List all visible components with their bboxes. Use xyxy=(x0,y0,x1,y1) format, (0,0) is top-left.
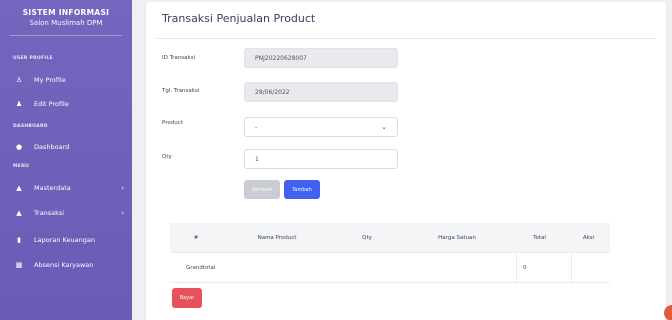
grandtotal-value: 0 xyxy=(516,252,571,283)
document-icon: ▮ xyxy=(17,236,21,244)
chevron-right-icon: › xyxy=(121,209,124,217)
product-select[interactable]: - ⌄ xyxy=(244,117,398,137)
calendar-icon: ▩ xyxy=(15,261,23,269)
section-user-profile: USER PROFILE xyxy=(13,56,53,61)
product-label: Product xyxy=(162,120,183,126)
qty-value: 1 xyxy=(255,155,259,163)
title-divider xyxy=(156,38,656,39)
brand: SISTEM INFORMASI Salon Muslimah DPM xyxy=(0,0,132,36)
dashboard-icon: ● xyxy=(15,143,23,151)
id-transaksi-label: ID Transaksi xyxy=(162,55,196,61)
scroll-indicator xyxy=(664,305,672,320)
table-header: # Nama Product Qty Harga Satuan Total Ak… xyxy=(170,223,610,253)
sidebar-item-label: Absensi Karyawan xyxy=(34,261,94,269)
grandtotal-empty-cell xyxy=(571,252,610,283)
person-icon: ♙ xyxy=(15,76,23,84)
grandtotal-label: Grandtotal xyxy=(186,264,216,271)
sidebar-item-edit-profile[interactable]: ♟ Edit Profile xyxy=(14,97,124,111)
section-menu: MENU xyxy=(13,164,30,169)
kembali-button[interactable]: Kembali xyxy=(244,180,280,199)
qty-label: Qty xyxy=(162,154,172,160)
qty-input[interactable]: 1 xyxy=(244,149,398,169)
page-title: Transaksi Penjualan Product xyxy=(162,12,316,25)
id-transaksi-field[interactable]: PNJ20220628007 xyxy=(244,48,398,68)
header-harga-satuan: Harga Satuan xyxy=(438,234,476,241)
sidebar-item-label: Dashboard xyxy=(34,143,70,151)
sidebar-item-label: Edit Profile xyxy=(34,100,69,108)
sidebar-item-dashboard[interactable]: ● Dashboard xyxy=(14,140,124,154)
grandtotal-row: Grandtotal 0 xyxy=(170,252,610,283)
sidebar-item-transaksi[interactable]: ▲ Transaksi › xyxy=(14,206,124,220)
chevron-down-icon: ⌄ xyxy=(381,123,387,131)
sidebar-item-label: My Profile xyxy=(34,76,66,84)
sidebar: SISTEM INFORMASI Salon Muslimah DPM USER… xyxy=(0,0,132,320)
user-edit-icon: ♟ xyxy=(15,100,23,108)
section-dashboard: DASHBOARD xyxy=(13,124,48,129)
header-qty: Qty xyxy=(362,234,372,241)
main-card: Transaksi Penjualan Product ID Transaksi… xyxy=(146,2,666,320)
header-aksi: Aksi xyxy=(582,234,595,241)
triangle-icon: ▲ xyxy=(16,184,22,192)
bayar-button[interactable]: Bayar xyxy=(172,288,202,308)
brand-title: SISTEM INFORMASI xyxy=(22,8,110,17)
sidebar-item-label: Masterdata xyxy=(34,184,71,192)
id-transaksi-value: PNJ20220628007 xyxy=(255,54,307,62)
header-nama-product: Nama Product xyxy=(257,234,297,241)
tambah-button[interactable]: Tambah xyxy=(284,180,320,199)
sidebar-item-masterdata[interactable]: ▲ Masterdata › xyxy=(14,181,124,195)
chevron-right-icon: › xyxy=(121,184,124,192)
sidebar-item-label: Laporan Keuangan xyxy=(34,236,95,244)
transaction-table: # Nama Product Qty Harga Satuan Total Ak… xyxy=(170,223,610,283)
brand-divider xyxy=(10,35,122,36)
product-selected-value: - xyxy=(255,123,258,131)
tgl-transaksi-value: 28/06/2022 xyxy=(255,88,290,96)
sidebar-item-absensi-karyawan[interactable]: ▩ Absensi Karyawan xyxy=(14,258,124,272)
triangle-icon: ▲ xyxy=(16,209,22,217)
header-number: # xyxy=(193,234,199,241)
sidebar-item-my-profile[interactable]: ♙ My Profile xyxy=(14,73,124,87)
sidebar-item-label: Transaksi xyxy=(34,209,65,217)
tgl-transaksi-field[interactable]: 28/06/2022 xyxy=(244,82,398,102)
sidebar-item-laporan-keuangan[interactable]: ▮ Laporan Keuangan xyxy=(14,233,124,247)
brand-subtitle: Salon Muslimah DPM xyxy=(29,19,103,27)
header-total: Total xyxy=(533,234,546,241)
tgl-transaksi-label: Tgl. Transaksi xyxy=(162,88,200,94)
